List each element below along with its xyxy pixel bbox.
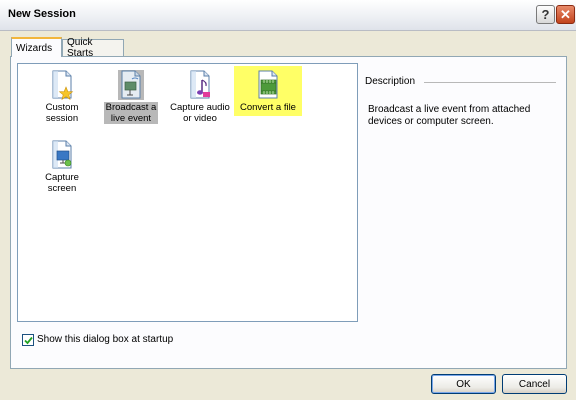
help-icon: ? (541, 7, 550, 22)
tab-wizards-label: Wizards (16, 42, 53, 54)
wizard-custom-session[interactable]: Custom session (28, 66, 96, 132)
description-heading: Description (365, 76, 416, 87)
close-icon: ✕ (560, 6, 571, 22)
description-text: Broadcast a live event from attached dev… (368, 104, 531, 127)
cancel-button[interactable]: Cancel (502, 374, 567, 394)
wizard-capture-screen-label: Capture screen (45, 172, 79, 194)
wizard-capture-audio-video[interactable]: Capture audio or video (166, 66, 234, 132)
wizard-convert-file-label: Convert a file (240, 102, 296, 113)
close-button[interactable]: ✕ (556, 5, 575, 24)
wizard-list: Custom session Broadcast a live event Ca… (17, 63, 358, 322)
title-bar[interactable]: New Session ? ✕ (0, 0, 576, 31)
description-divider (424, 82, 556, 83)
wizard-broadcast-live-event[interactable]: Broadcast a live event (97, 66, 165, 132)
capture-screen-icon (52, 140, 72, 169)
wizard-capture-audio-video-label: Capture audio or video (170, 102, 230, 124)
new-session-dialog: New Session ? ✕ Wizards Quick Starts Cus… (0, 0, 576, 400)
capture-audio-video-icon (190, 70, 210, 99)
help-button[interactable]: ? (536, 5, 555, 24)
wizard-broadcast-label: Broadcast a live event (103, 102, 159, 124)
ok-button[interactable]: OK (431, 374, 496, 394)
window-title: New Session (8, 8, 76, 20)
tab-quick-starts[interactable]: Quick Starts (62, 37, 124, 59)
broadcast-icon (118, 70, 144, 100)
wizard-custom-session-label: Custom session (45, 102, 79, 124)
tab-wizards[interactable]: Wizards (11, 37, 62, 57)
custom-session-icon (52, 70, 74, 100)
show-at-startup-checkbox[interactable] (22, 334, 34, 346)
wizard-capture-screen[interactable]: Capture screen (28, 136, 96, 202)
convert-file-icon (258, 70, 278, 99)
wizard-convert-file[interactable]: Convert a file (234, 66, 302, 116)
checkmark-icon (23, 336, 33, 344)
show-at-startup-label[interactable]: Show this dialog box at startup (37, 334, 173, 345)
